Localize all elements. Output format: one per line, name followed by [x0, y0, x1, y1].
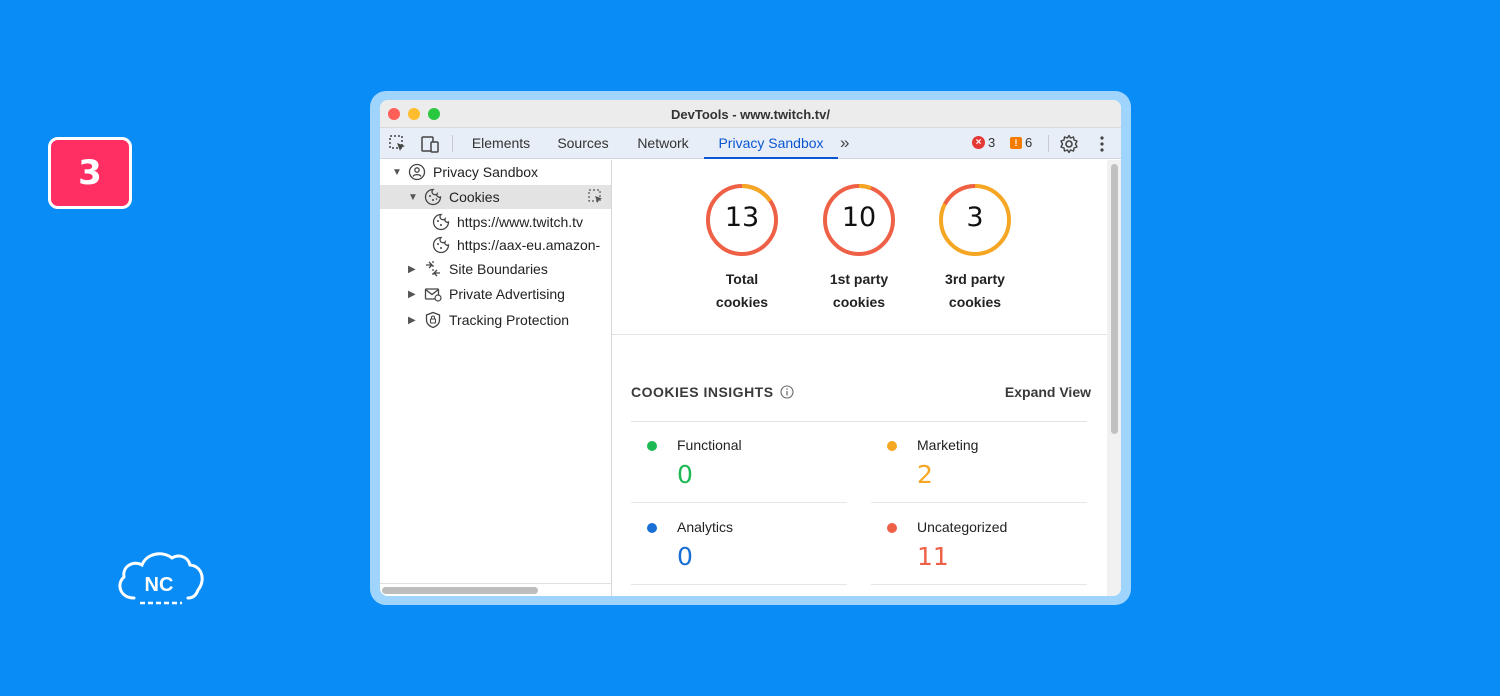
vertical-scrollbar-track[interactable]	[1107, 160, 1121, 596]
stat-label: cookies	[715, 294, 769, 310]
category-dot	[647, 441, 657, 451]
sidebar-item-privacy-sandbox[interactable]: ▼ Privacy Sandbox	[380, 160, 611, 184]
step-number-badge: 3	[48, 137, 132, 209]
shield-icon	[425, 311, 441, 329]
expand-arrow-icon: ▼	[392, 166, 402, 178]
gear-icon[interactable]	[1059, 134, 1079, 154]
warning-count-badge[interactable]: ! 6	[1010, 135, 1032, 150]
total-cookies-ring: 13	[704, 182, 780, 258]
logo-text: NC	[145, 574, 174, 596]
category-analytics[interactable]: Analytics 0	[631, 504, 847, 585]
category-marketing[interactable]: Marketing 2	[871, 422, 1087, 503]
sidebar-item-site-boundaries[interactable]: ▶ Site Boundaries	[380, 257, 611, 281]
category-uncategorized[interactable]: Uncategorized 11	[871, 504, 1087, 585]
window-title: DevTools - www.twitch.tv/	[671, 107, 830, 122]
stat-label: cookies	[948, 294, 1002, 310]
category-dot	[887, 523, 897, 533]
stat-label: cookies	[832, 294, 886, 310]
info-icon[interactable]	[780, 385, 794, 399]
tab-network[interactable]: Network	[626, 128, 700, 159]
first-party-cookies-ring: 10	[821, 182, 897, 258]
cookie-icon	[432, 213, 450, 231]
stat-label: 3rd party	[945, 271, 1005, 287]
sidebar-item-private-advertising[interactable]: ▶ Private Advertising	[380, 282, 611, 306]
sidebar-horizontal-scrollbar[interactable]	[382, 587, 538, 594]
element-picker-icon[interactable]	[587, 188, 605, 206]
tab-sources[interactable]: Sources	[546, 128, 620, 159]
sidebar-item-amazon-cookies[interactable]: https://aax-eu.amazon-	[380, 233, 611, 257]
inspect-element-icon[interactable]	[388, 134, 408, 154]
devtools-frame: DevTools - www.twitch.tv/ Elements Sourc…	[370, 91, 1131, 605]
tab-elements[interactable]: Elements	[462, 128, 540, 159]
error-count-badge[interactable]: × 3	[972, 135, 995, 150]
cookies-overview-panel: 13 Total cookies 10 1st party cookies 3 …	[612, 160, 1121, 596]
stat-label: Total	[725, 271, 759, 287]
category-dot	[647, 523, 657, 533]
category-functional[interactable]: Functional 0	[631, 422, 847, 503]
expand-arrow-icon: ▼	[408, 191, 418, 203]
sidebar-item-twitch-cookies[interactable]: https://www.twitch.tv	[380, 210, 611, 234]
collapse-arrow-icon: ▶	[408, 263, 416, 275]
sidebar-item-cookies[interactable]: ▼ Cookies	[380, 185, 611, 209]
devtools-window: DevTools - www.twitch.tv/ Elements Sourc…	[380, 100, 1121, 596]
privacy-sandbox-sidebar: ▼ Privacy Sandbox ▼ Cookies https://www.…	[380, 160, 612, 596]
third-party-cookies-ring: 3	[937, 182, 1013, 258]
cookie-icon	[432, 236, 450, 254]
privacy-sandbox-icon	[408, 163, 426, 181]
stat-label: 1st party	[829, 271, 889, 287]
vertical-scrollbar-thumb[interactable]	[1111, 164, 1118, 434]
cloud-logo-icon: NC	[118, 552, 204, 605]
section-divider	[612, 334, 1107, 335]
site-boundaries-icon	[426, 261, 440, 277]
category-dot	[887, 441, 897, 451]
warning-icon: !	[1010, 136, 1022, 149]
sidebar-item-tracking-protection[interactable]: ▶ Tracking Protection	[380, 308, 611, 332]
total-cookies-stat: 13 Total cookies	[682, 182, 802, 314]
error-icon: ×	[972, 136, 985, 149]
collapse-arrow-icon: ▶	[408, 288, 416, 300]
third-party-cookies-stat: 3 3rd party cookies	[915, 182, 1035, 314]
cookie-icon	[424, 188, 442, 206]
devtools-toolbar: Elements Sources Network Privacy Sandbox…	[380, 128, 1121, 159]
first-party-cookies-stat: 10 1st party cookies	[799, 182, 919, 314]
more-tabs-chevron-icon[interactable]: »	[840, 133, 849, 153]
kebab-menu-icon[interactable]	[1092, 134, 1112, 154]
cookies-insights-heading: COOKIES INSIGHTS	[631, 384, 794, 400]
device-toolbar-icon[interactable]	[420, 134, 440, 154]
tab-privacy-sandbox[interactable]: Privacy Sandbox	[704, 128, 838, 159]
collapse-arrow-icon: ▶	[408, 314, 416, 326]
private-advertising-icon	[424, 288, 442, 302]
expand-view-button[interactable]: Expand View	[1005, 384, 1091, 400]
title-bar: DevTools - www.twitch.tv/	[380, 100, 1121, 128]
